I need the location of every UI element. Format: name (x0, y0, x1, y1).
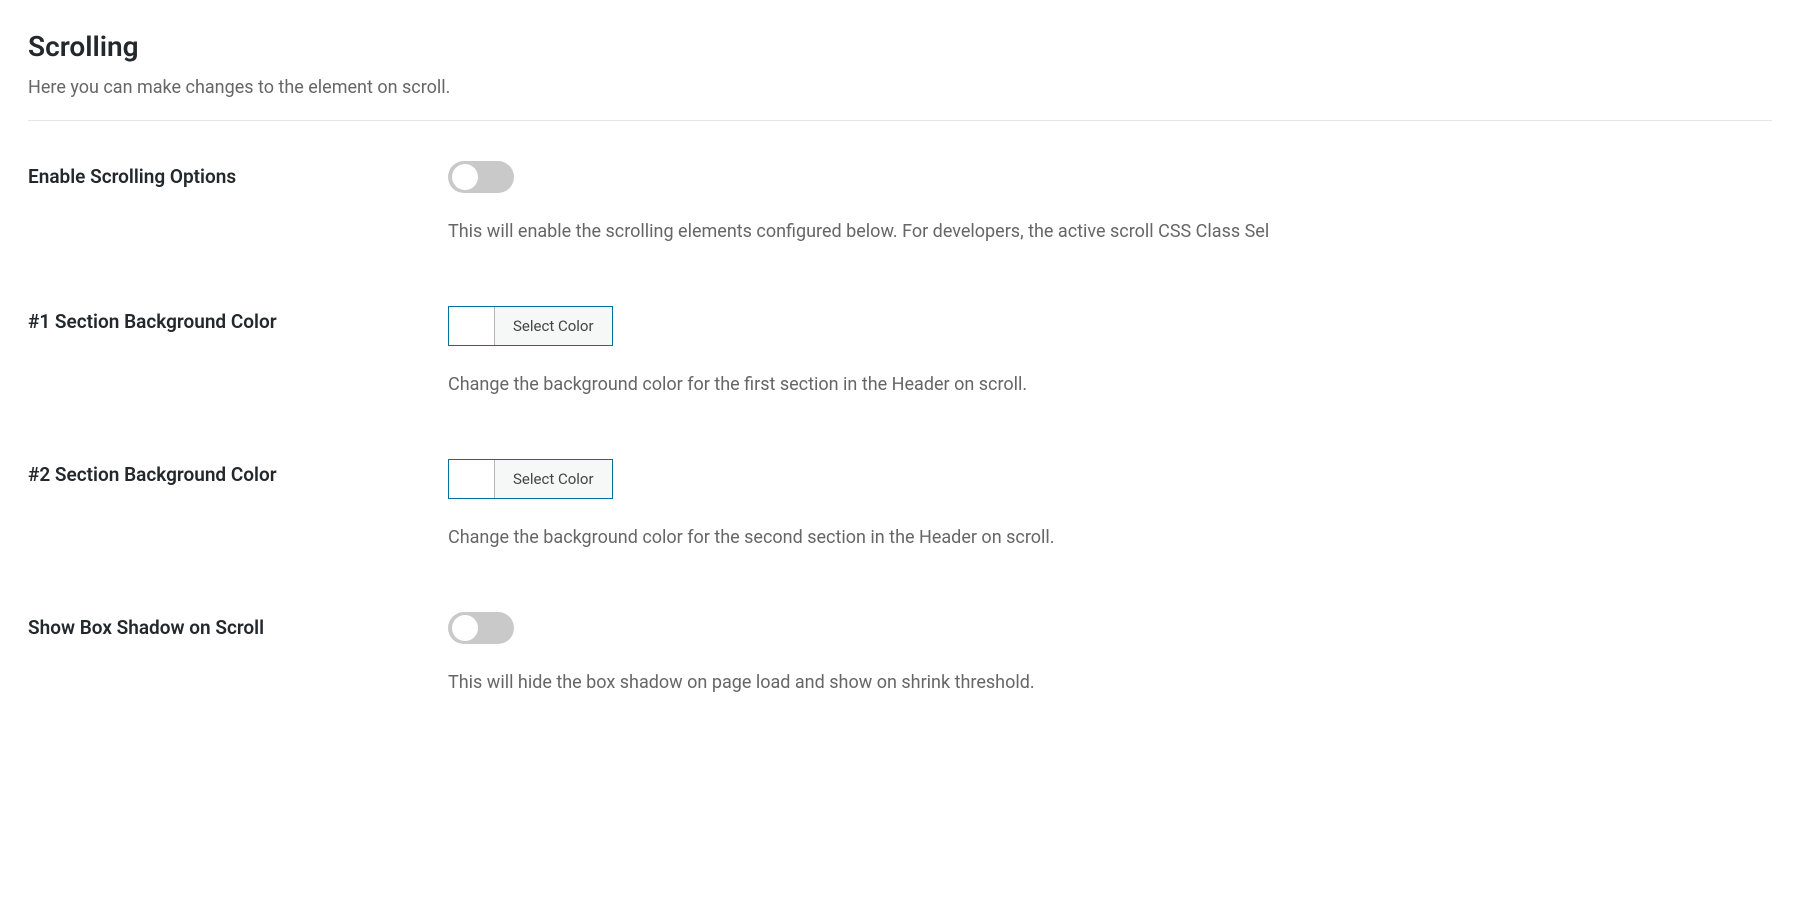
option-control: Select Color Change the background color… (448, 459, 1772, 548)
section-title: Scrolling (28, 30, 1772, 63)
option-section1-bg: #1 Section Background Color Select Color… (28, 306, 1772, 395)
color-picker-section2-bg[interactable]: Select Color (448, 459, 613, 499)
option-control: This will hide the box shadow on page lo… (448, 612, 1772, 693)
option-help-section1-bg: Change the background color for the firs… (448, 374, 1772, 395)
option-label-enable-scrolling: Enable Scrolling Options (28, 161, 448, 188)
option-control: This will enable the scrolling elements … (448, 161, 1772, 242)
toggle-enable-scrolling[interactable] (448, 161, 514, 193)
color-picker-label: Select Color (495, 307, 612, 345)
option-help-enable-scrolling: This will enable the scrolling elements … (448, 221, 1772, 242)
option-box-shadow: Show Box Shadow on Scroll This will hide… (28, 612, 1772, 693)
option-enable-scrolling: Enable Scrolling Options This will enabl… (28, 161, 1772, 242)
toggle-knob-icon (452, 164, 478, 190)
color-picker-section1-bg[interactable]: Select Color (448, 306, 613, 346)
divider (28, 120, 1772, 121)
color-swatch-icon (449, 307, 495, 345)
option-help-box-shadow: This will hide the box shadow on page lo… (448, 672, 1772, 693)
option-label-box-shadow: Show Box Shadow on Scroll (28, 612, 448, 639)
option-label-section1-bg: #1 Section Background Color (28, 306, 448, 333)
toggle-box-shadow[interactable] (448, 612, 514, 644)
option-label-section2-bg: #2 Section Background Color (28, 459, 448, 486)
toggle-knob-icon (452, 615, 478, 641)
color-picker-label: Select Color (495, 460, 612, 498)
section-description: Here you can make changes to the element… (28, 77, 1772, 98)
color-swatch-icon (449, 460, 495, 498)
option-section2-bg: #2 Section Background Color Select Color… (28, 459, 1772, 548)
option-help-section2-bg: Change the background color for the seco… (448, 527, 1772, 548)
option-control: Select Color Change the background color… (448, 306, 1772, 395)
